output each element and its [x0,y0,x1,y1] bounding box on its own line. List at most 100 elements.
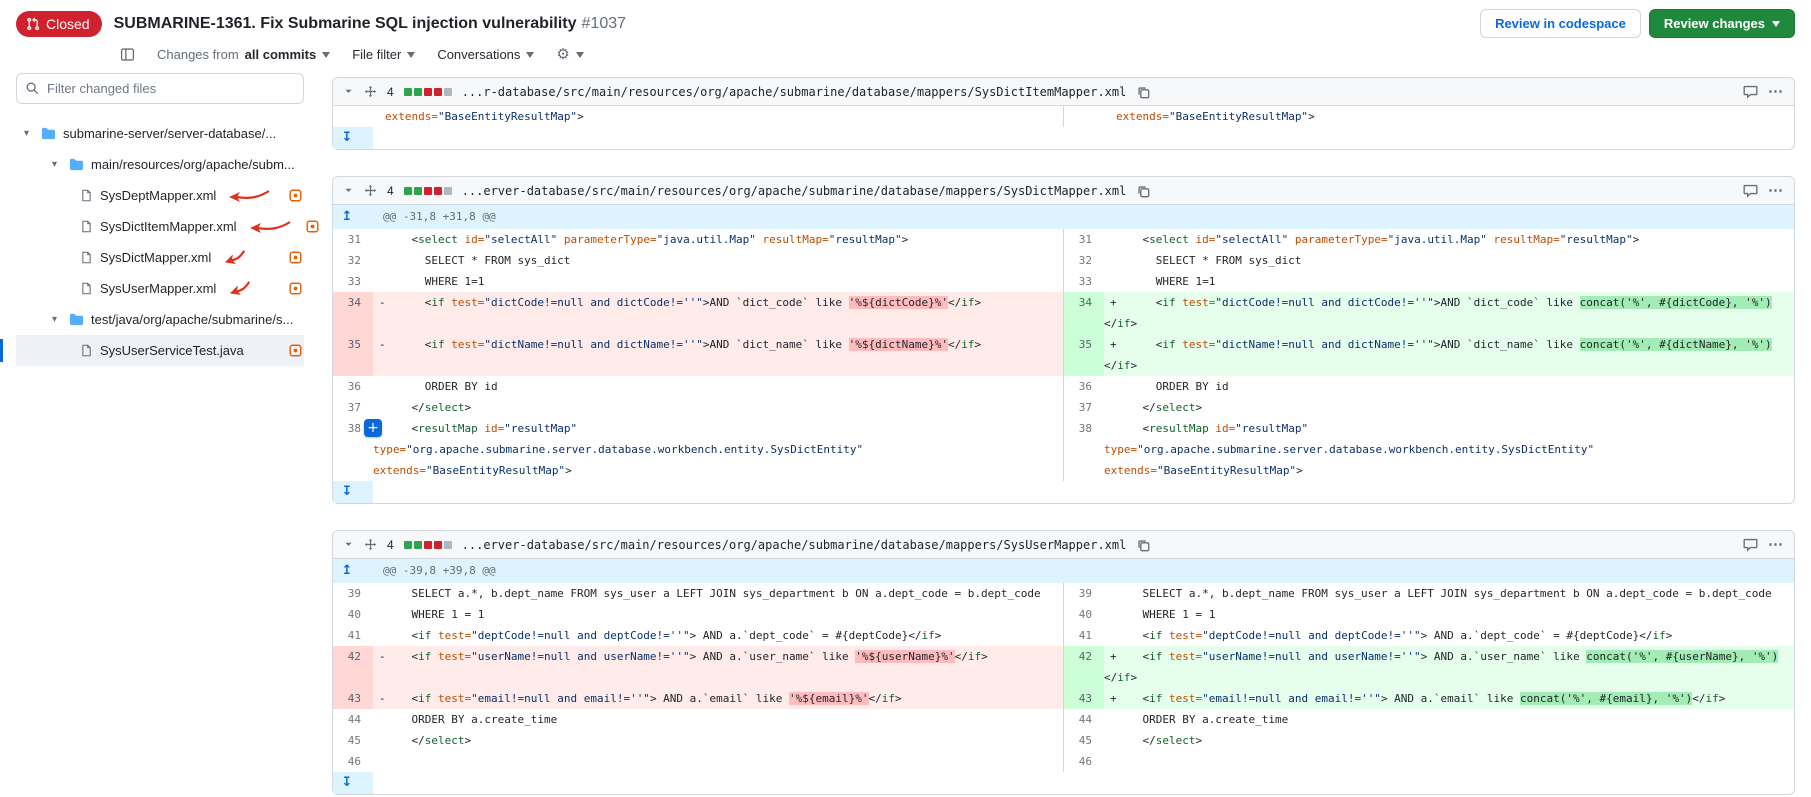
comment-icon[interactable] [1743,183,1758,198]
changes-from-dropdown[interactable]: Changes from all commits [157,47,330,62]
review-in-codespace-button[interactable]: Review in codespace [1480,9,1641,38]
code-line: <resultMap id="resultMap" type="org.apac… [1104,418,1794,481]
filter-files-input[interactable] [16,73,304,104]
chevron-down-icon[interactable]: ▾ [52,314,62,325]
code-token: </ [1639,629,1652,642]
line-number[interactable]: 31 [1063,229,1104,250]
line-number[interactable]: 37 [1063,397,1104,418]
file-path-link[interactable]: ...r-database/src/main/resources/org/apa… [462,85,1127,99]
comment-icon[interactable] [1743,537,1758,552]
line-number[interactable]: 44 [1063,709,1104,730]
code-token: '%${userName}%' [855,650,954,663]
kebab-icon[interactable]: ⋯ [1768,183,1784,198]
line-number[interactable]: 42 [333,646,373,688]
line-number[interactable]: 35 [333,334,373,376]
code-line: ORDER BY id [373,376,1063,397]
line-number[interactable]: 39 [333,583,373,604]
line-number[interactable]: 38+ [333,418,373,481]
drag-move-icon[interactable] [364,538,377,551]
file-filter-dropdown[interactable]: File filter [352,47,415,62]
line-number[interactable]: 39 [1063,583,1104,604]
line-number[interactable]: 34 [1063,292,1104,334]
line-number[interactable]: 43 [333,688,373,709]
line-number[interactable]: 44 [333,709,373,730]
tree-folder[interactable]: ▾main/resources/org/apache/subm... [16,149,304,180]
chevron-down-icon[interactable] [343,539,354,550]
expand-hunk-button[interactable]: ↥ [333,205,373,229]
pr-number: #1037 [582,15,627,32]
code-token: if [1117,359,1130,372]
expand-hunk-button[interactable]: ↥ [333,559,373,583]
line-number[interactable]: 38 [1063,418,1104,481]
expand-down-button[interactable]: ↧ [333,481,373,503]
tree-file[interactable]: SysDeptMapper.xml [16,180,304,211]
add-comment-button[interactable]: + [364,419,382,437]
copy-icon[interactable] [1136,184,1150,198]
chevron-down-icon[interactable]: ▾ [24,128,34,139]
code-token: </ [385,401,425,414]
file-tree-toggle[interactable] [120,47,135,62]
diff-settings-dropdown[interactable]: ⚙ [556,47,583,62]
line-number[interactable]: 35 [1063,334,1104,376]
chevron-down-icon[interactable] [343,185,354,196]
chevron-down-icon[interactable]: ▾ [52,159,62,170]
tree-file[interactable]: SysUserMapper.xml [16,273,304,304]
line-number[interactable]: 33 [333,271,373,292]
line-number[interactable]: 46 [333,751,373,772]
line-number[interactable]: 32 [333,250,373,271]
tree-folder[interactable]: ▾submarine-server/server-database/... [16,118,304,149]
code-line: SELECT * FROM sys_dict [1104,250,1794,271]
kebab-icon[interactable]: ⋯ [1768,84,1784,99]
code-token: "userName!=null and userName!=''" [471,650,690,663]
code-token: test= [1182,338,1215,351]
conversations-dropdown[interactable]: Conversations [437,47,534,62]
kebab-icon[interactable]: ⋯ [1768,537,1784,552]
code-token: > [935,629,942,642]
changed-lines-count: 4 [387,184,394,198]
filter-files-wrap [16,73,304,104]
tree-folder[interactable]: ▾test/java/org/apache/submarine/s... [16,304,304,335]
line-number[interactable] [1063,106,1104,127]
diffstat-square [424,187,432,195]
line-number[interactable]: 42 [1063,646,1104,688]
copy-icon[interactable] [1136,85,1150,99]
line-number[interactable]: 41 [1063,625,1104,646]
diff-marker: - [373,292,385,313]
line-number[interactable]: 40 [333,604,373,625]
line-number[interactable]: 36 [1063,376,1104,397]
line-number[interactable]: 40 [1063,604,1104,625]
tree-file[interactable]: SysDictMapper.xml [16,242,304,273]
review-changes-button[interactable]: Review changes [1649,9,1795,38]
line-number[interactable]: 36 [333,376,373,397]
line-number[interactable]: 41 [333,625,373,646]
tree-file[interactable]: SysDictItemMapper.xml [16,211,304,242]
code-token: SELECT a.*, b.dept_name FROM sys_user a … [385,587,1041,600]
line-number[interactable]: 37 [333,397,373,418]
file-path-link[interactable]: ...erver-database/src/main/resources/org… [462,538,1127,552]
line-number[interactable]: 33 [1063,271,1104,292]
line-number[interactable]: 32 [1063,250,1104,271]
line-number[interactable]: 31 [333,229,373,250]
line-number[interactable] [333,106,373,127]
line-number[interactable]: 34 [333,292,373,334]
code-token: </ [869,692,882,705]
comment-icon[interactable] [1743,84,1758,99]
line-number[interactable]: 43 [1063,688,1104,709]
code-token: if [431,296,444,309]
pr-status-badge: Closed [16,11,102,37]
file-path-link[interactable]: ...erver-database/src/main/resources/org… [462,184,1127,198]
line-number[interactable]: 46 [1063,751,1104,772]
code-token: if [1117,317,1130,330]
tree-file[interactable]: SysUserServiceTest.java [16,335,304,366]
line-number[interactable]: 45 [1063,730,1104,751]
expand-down-button[interactable]: ↧ [333,127,373,149]
chevron-down-icon[interactable] [343,86,354,97]
code-token: > [1196,401,1203,414]
copy-icon[interactable] [1136,538,1150,552]
line-number[interactable]: 45 [333,730,373,751]
code-token: if [921,629,934,642]
drag-move-icon[interactable] [364,85,377,98]
expand-down-button[interactable]: ↧ [333,772,373,794]
changed-lines-count: 4 [387,538,394,552]
drag-move-icon[interactable] [364,184,377,197]
